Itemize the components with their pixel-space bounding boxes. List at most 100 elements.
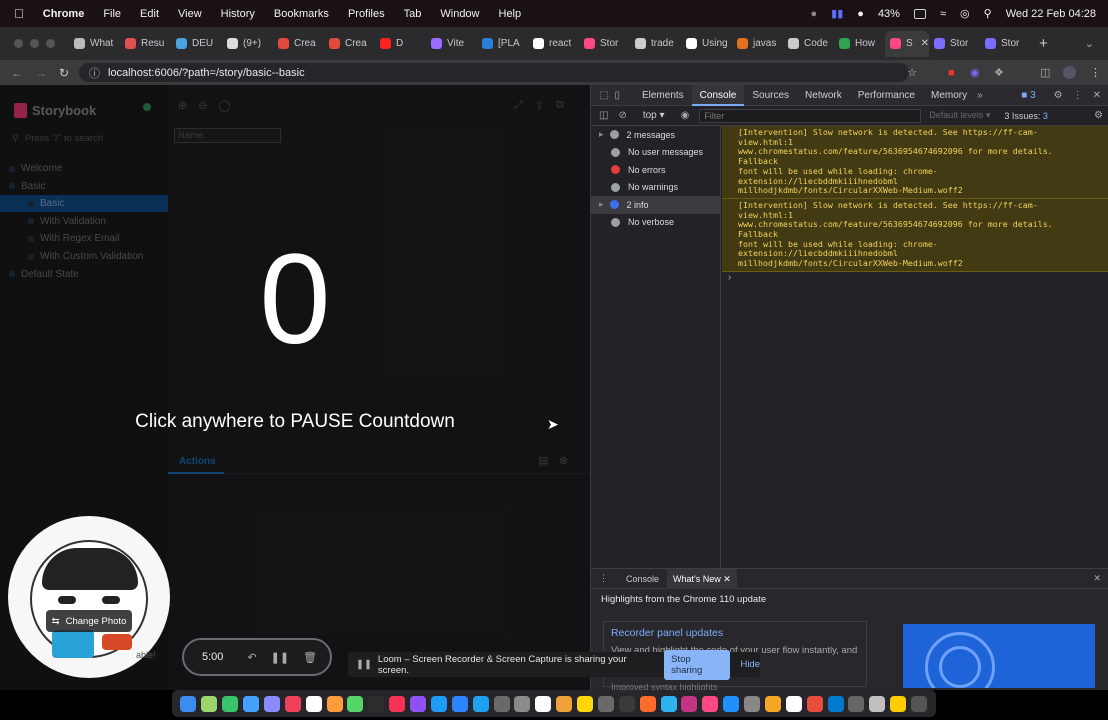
tab-memory[interactable]: Memory	[923, 85, 975, 106]
browser-tab[interactable]: trade	[630, 31, 681, 57]
tab-elements[interactable]: Elements	[634, 85, 692, 106]
menu-chrome[interactable]: Chrome	[43, 8, 85, 20]
browser-tab[interactable]: DEU	[171, 31, 222, 57]
control-center-icon[interactable]: ◎	[960, 7, 970, 20]
more-tabs-icon[interactable]: »	[977, 90, 983, 101]
console-settings-icon[interactable]: ⚙	[1094, 110, 1103, 121]
dock-app-icon[interactable]	[660, 695, 677, 712]
dock-app-icon[interactable]	[305, 695, 322, 712]
apple-icon[interactable]: 	[14, 6, 24, 21]
dock-app-icon[interactable]	[326, 695, 343, 712]
context-selector[interactable]: top ▾	[643, 110, 665, 121]
dock-app-icon[interactable]	[723, 695, 740, 712]
log-levels-dropdown[interactable]: Default levels ▾	[929, 110, 990, 121]
window-close-button[interactable]	[14, 39, 23, 48]
new-tab-icon[interactable]: +	[1039, 35, 1048, 52]
tab-console[interactable]: Console	[691, 84, 745, 106]
devtools-menu-icon[interactable]: ⋮	[1073, 90, 1083, 101]
dock-app-icon[interactable]	[785, 695, 802, 712]
dock-app-icon[interactable]	[451, 695, 468, 712]
browser-tab[interactable]: Stor	[579, 31, 630, 57]
user-icon[interactable]: ●	[857, 8, 864, 20]
dock-app-icon[interactable]	[389, 695, 406, 712]
microphone-icon[interactable]: ●	[811, 8, 818, 20]
restart-icon[interactable]: ↶	[247, 651, 256, 664]
pause-icon[interactable]: ❚❚	[271, 651, 289, 664]
console-filter-item[interactable]: No errors	[591, 161, 720, 179]
console-warning[interactable]: [Intervention] Slow network is detected.…	[722, 126, 1108, 199]
menu-window[interactable]: Window	[440, 8, 479, 20]
dock-app-icon[interactable]	[368, 695, 385, 712]
dock-app-icon[interactable]	[806, 695, 823, 712]
browser-tab[interactable]: Crea	[324, 31, 375, 57]
hide-button[interactable]: Hide	[740, 659, 760, 670]
site-info-icon[interactable]: ⓘ	[89, 65, 100, 81]
dock-app-icon[interactable]	[827, 695, 844, 712]
drawer-close-icon[interactable]: ✕	[1093, 573, 1101, 584]
change-photo-button[interactable]: ⇆ Change Photo	[46, 610, 132, 632]
settings-icon[interactable]: ⚙	[1054, 90, 1063, 101]
drawer-tab-console[interactable]: Console	[618, 574, 667, 584]
console-filter-item[interactable]: ▸ 2 info	[591, 196, 720, 214]
browser-tab[interactable]: Stor	[980, 31, 1031, 57]
dock-app-icon[interactable]	[493, 695, 510, 712]
tab-close-icon[interactable]: ✕	[921, 38, 929, 49]
reload-icon[interactable]: ↻	[59, 66, 69, 80]
device-toolbar-icon[interactable]: ▯	[614, 90, 620, 101]
side-panel-icon[interactable]: ◫	[1040, 66, 1050, 79]
window-zoom-button[interactable]	[46, 39, 55, 48]
tab-performance[interactable]: Performance	[850, 85, 923, 106]
dock-app-icon[interactable]	[535, 695, 552, 712]
loom-menubar-icon[interactable]: ▮▮	[831, 7, 843, 20]
tab-search-icon[interactable]: ⌄	[1085, 37, 1094, 50]
card-title[interactable]: Recorder panel updates	[611, 627, 859, 639]
menu-edit[interactable]: Edit	[140, 8, 159, 20]
drawer-tab-whats-new[interactable]: What's New ✕	[667, 568, 737, 589]
sidebar-toggle-icon[interactable]: ◫	[599, 110, 608, 121]
dock-app-icon[interactable]	[180, 695, 197, 712]
close-whats-new-icon[interactable]: ✕	[723, 574, 731, 584]
console-warning[interactable]: [Intervention] Slow network is detected.…	[722, 198, 1108, 272]
console-filter-item[interactable]: No warnings	[591, 179, 720, 197]
dock-app-icon[interactable]	[284, 695, 301, 712]
browser-tab[interactable]: Code	[783, 31, 834, 57]
menu-help[interactable]: Help	[499, 8, 522, 20]
forward-icon[interactable]: →	[35, 66, 47, 80]
browser-tab[interactable]: Resu	[120, 31, 171, 57]
console-prompt[interactable]: ›	[722, 272, 1108, 284]
console-filter-item[interactable]: No user messages	[591, 144, 720, 162]
dock-app-icon[interactable]	[430, 695, 447, 712]
dock-app-icon[interactable]	[410, 695, 427, 712]
menu-tab[interactable]: Tab	[404, 8, 422, 20]
dock-app-icon[interactable]	[848, 695, 865, 712]
delete-icon[interactable]: 🗑	[303, 651, 317, 664]
window-minimize-button[interactable]	[30, 39, 39, 48]
battery-icon[interactable]	[913, 8, 926, 19]
browser-menu-icon[interactable]: ⋮	[1090, 66, 1101, 79]
profile-avatar[interactable]	[1063, 66, 1076, 79]
dock-app-icon[interactable]	[911, 695, 928, 712]
live-expression-icon[interactable]: ◉	[681, 110, 690, 121]
dock-app-icon[interactable]	[890, 695, 907, 712]
address-bar[interactable]: ⓘ localhost:6006/?path=/story/basic--bas…	[79, 63, 917, 82]
datetime[interactable]: Wed 22 Feb 04:28	[1006, 8, 1096, 20]
browser-tab[interactable]: S ✕	[885, 30, 929, 57]
console-filter-item[interactable]: ▸ 2 messages	[591, 126, 720, 144]
bookmark-star-icon[interactable]: ☆	[907, 66, 917, 79]
tab-network[interactable]: Network	[797, 85, 850, 106]
dock-app-icon[interactable]	[764, 695, 781, 712]
expand-caret-icon[interactable]: ▸	[599, 129, 604, 140]
dock-app-icon[interactable]	[681, 695, 698, 712]
dock-app-icon[interactable]	[263, 695, 280, 712]
devtools-close-icon[interactable]: ✕	[1093, 90, 1101, 101]
browser-tab[interactable]: Using	[681, 31, 732, 57]
dock-app-icon[interactable]	[744, 695, 761, 712]
menu-file[interactable]: File	[103, 8, 121, 20]
dock-app-icon[interactable]	[618, 695, 635, 712]
browser-tab[interactable]: (9+)	[222, 31, 273, 57]
wifi-icon[interactable]: ≈	[940, 8, 946, 20]
dock-app-icon[interactable]	[556, 695, 573, 712]
browser-tab[interactable]: react	[528, 31, 579, 57]
dock-app-icon[interactable]	[869, 695, 886, 712]
stop-sharing-button[interactable]: Stop sharing	[664, 649, 731, 680]
